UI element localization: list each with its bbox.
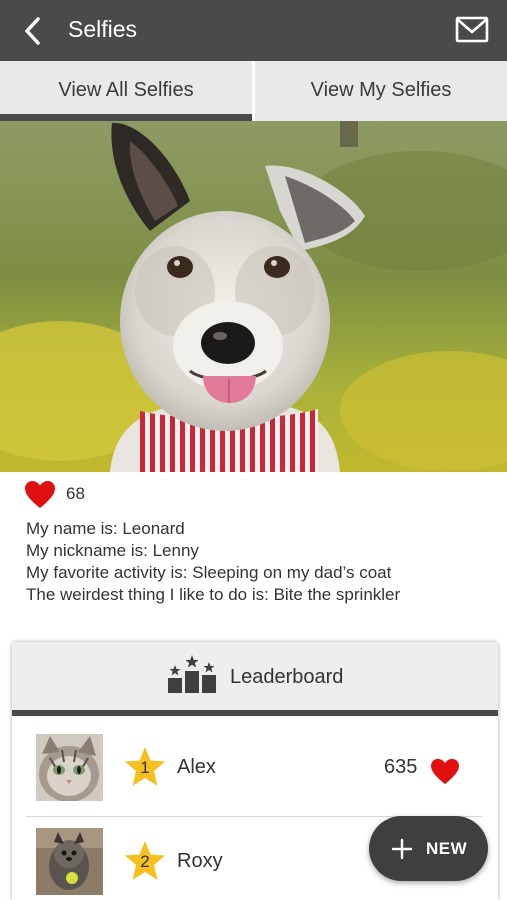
dog-photo[interactable]: [0, 121, 507, 472]
leaderboard-title: Leaderboard: [230, 666, 344, 688]
podium-icon: [168, 654, 216, 694]
new-selfie-button[interactable]: NEW: [369, 816, 488, 881]
new-button-label: NEW: [426, 839, 468, 858]
heart-icon: [430, 758, 460, 786]
tab-view-my-selfies[interactable]: View My Selfies: [255, 61, 507, 121]
leaderboard-accent-bar: [12, 710, 498, 716]
heart-icon[interactable]: [24, 480, 56, 510]
tab-bar: View All Selfies View My Selfies: [0, 61, 507, 121]
app-bar: Selfies: [0, 0, 507, 61]
mail-icon[interactable]: [455, 15, 489, 45]
rank-number: 1: [140, 758, 150, 777]
tab-view-all-selfies[interactable]: View All Selfies: [0, 61, 252, 121]
leaderboard-row[interactable]: 1 Alex 635: [12, 726, 498, 818]
cat-photo: [36, 734, 103, 801]
page-title: Selfies: [68, 16, 138, 42]
leaderboard-header[interactable]: Leaderboard: [12, 642, 498, 710]
pet-name: Roxy: [177, 850, 223, 872]
like-count: 68: [66, 484, 85, 503]
pet-name: Alex: [177, 756, 216, 778]
back-arrow-icon[interactable]: [18, 14, 50, 48]
bio-weirdest-thing: The weirdest thing I like to do is: Bite…: [26, 585, 401, 604]
bio-nickname: My nickname is: Lenny: [26, 541, 199, 560]
active-tab-indicator: [0, 114, 252, 121]
selfie-bio: My name is: Leonard My nickname is: Lenn…: [26, 518, 400, 606]
score: 635: [384, 756, 418, 778]
bio-name: My name is: Leonard: [26, 519, 185, 538]
bio-favorite-activity: My favorite activity is: Sleeping on my …: [26, 563, 392, 582]
dog-photo-small: [36, 828, 103, 895]
plus-icon: [391, 838, 413, 860]
rank-number: 2: [140, 852, 150, 871]
